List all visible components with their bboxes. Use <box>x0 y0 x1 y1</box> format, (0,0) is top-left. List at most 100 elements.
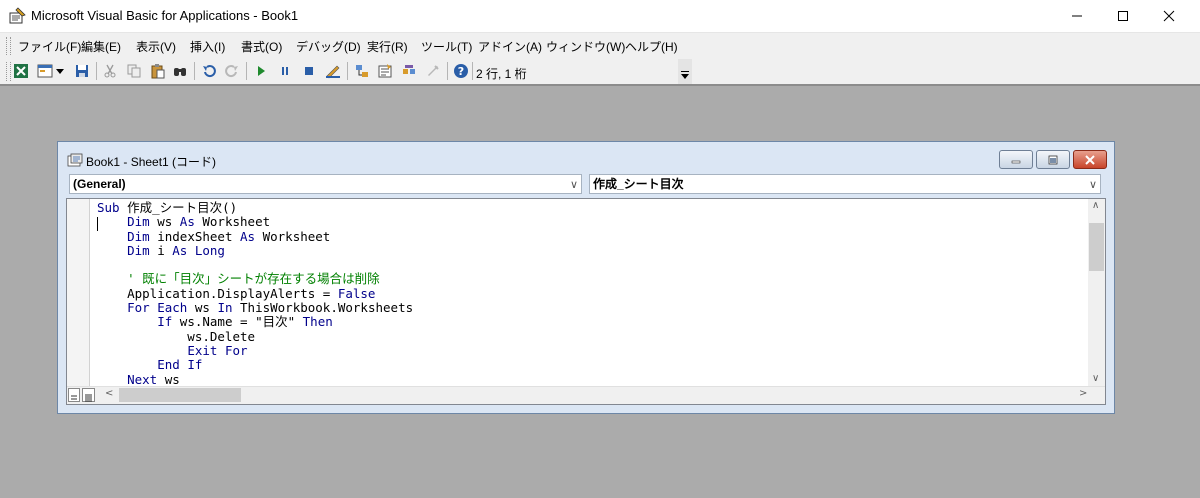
mdi-separator <box>0 84 1200 86</box>
code-line: Application.DisplayAlerts = False <box>97 285 376 301</box>
horizontal-scrollbar[interactable]: < > <box>67 386 1105 404</box>
undo-button[interactable] <box>201 63 217 79</box>
toolbar-overflow-button[interactable] <box>678 59 692 84</box>
maximize-button[interactable] <box>1100 0 1146 32</box>
code-line: Exit For <box>187 342 248 358</box>
cursor-position: 2 行, 1 桁 <box>476 67 527 81</box>
menu-run[interactable]: 実行(R) <box>367 38 408 55</box>
code-line: End If <box>157 357 203 373</box>
full-module-view-button[interactable] <box>82 388 95 402</box>
vertical-scrollbar[interactable]: ∧ ∨ <box>1088 199 1105 387</box>
save-button[interactable] <box>74 63 90 79</box>
restore-icon <box>1048 155 1058 164</box>
vertical-scroll-thumb[interactable] <box>1089 223 1104 271</box>
cut-icon <box>104 64 116 78</box>
scroll-down-icon[interactable]: ∨ <box>1092 373 1099 384</box>
code-line: For Each ws In ThisWorkbook.Worksheets <box>127 300 414 316</box>
code-window-close-button[interactable] <box>1073 150 1107 169</box>
full-module-view-icon <box>85 394 92 402</box>
chevron-down-icon <box>681 71 689 79</box>
run-button[interactable] <box>253 63 269 79</box>
copy-button[interactable] <box>126 63 142 79</box>
project-explorer-button[interactable] <box>354 63 370 79</box>
menu-insert[interactable]: 挿入(I) <box>190 38 225 55</box>
find-button[interactable] <box>172 63 188 79</box>
insert-dropdown-button[interactable] <box>55 63 65 79</box>
maximize-icon <box>1118 11 1128 21</box>
binoculars-icon <box>174 68 186 76</box>
procedure-view-button[interactable] <box>68 388 80 402</box>
paste-button[interactable] <box>150 63 166 79</box>
menu-grip[interactable] <box>6 37 11 55</box>
reset-button[interactable] <box>301 63 317 79</box>
procedure-combo-value: 作成_シート目次 <box>593 177 684 191</box>
scroll-left-icon[interactable]: < <box>105 388 113 399</box>
code-window-title: Book1 - Sheet1 (コード) <box>86 155 217 169</box>
code-line: Dim ws As Worksheet <box>127 214 271 230</box>
toolbar-separator <box>447 62 448 80</box>
code-editor[interactable]: Sub 作成_シート目次() Dim ws As Worksheet Dim i… <box>66 198 1106 405</box>
procedure-combo[interactable]: 作成_シート目次 ∨ <box>589 174 1101 194</box>
menu-edit[interactable]: 編集(E) <box>81 38 121 55</box>
menu-window[interactable]: ウィンドウ(W) <box>546 38 625 55</box>
horizontal-scroll-thumb[interactable] <box>119 388 241 402</box>
code-line: ' 既に「目次」シートが存在する場合は削除 <box>97 271 380 287</box>
code-line: Dim indexSheet As Worksheet <box>127 228 331 244</box>
toolbox-icon <box>428 65 439 76</box>
object-combo[interactable]: (General) ∨ <box>69 174 582 194</box>
undo-icon <box>203 65 216 78</box>
userform-icon <box>37 64 53 78</box>
code-window: Book1 - Sheet1 (コード) (General) ∨ 作成_シート目… <box>57 141 1115 414</box>
code-text[interactable]: Sub 作成_シート目次() Dim ws As Worksheet Dim i… <box>89 201 1089 385</box>
menu-bar: ファイル(F) 編集(E) 表示(V) 挿入(I) 書式(O) デバッグ(D) … <box>0 33 1200 59</box>
help-button[interactable]: ? <box>453 63 469 79</box>
toolbar-separator <box>246 62 247 80</box>
copy-icon <box>127 64 141 78</box>
title-bar: Microsoft Visual Basic for Applications … <box>0 0 1200 33</box>
insert-userform-button[interactable] <box>37 63 53 79</box>
stop-icon <box>305 67 313 75</box>
close-button[interactable] <box>1146 0 1192 32</box>
svg-text:?: ? <box>458 65 464 78</box>
menu-tools[interactable]: ツール(T) <box>421 38 472 55</box>
redo-button[interactable] <box>224 63 240 79</box>
help-icon: ? <box>454 64 468 78</box>
code-window-restore-button[interactable] <box>1036 150 1070 169</box>
vba-app-icon <box>9 7 26 24</box>
toolbar-grip[interactable] <box>6 62 11 81</box>
toolbox-button[interactable] <box>425 63 441 79</box>
menu-view[interactable]: 表示(V) <box>136 38 176 55</box>
properties-icon <box>378 64 392 78</box>
window-title: Microsoft Visual Basic for Applications … <box>31 8 299 23</box>
close-icon <box>1163 10 1175 22</box>
minimize-button[interactable] <box>1054 0 1100 32</box>
code-window-minimize-button[interactable] <box>999 150 1033 169</box>
menu-file[interactable]: ファイル(F) <box>18 38 81 55</box>
close-icon <box>1085 154 1095 165</box>
paste-icon <box>151 64 165 79</box>
object-browser-button[interactable] <box>401 63 417 79</box>
break-button[interactable] <box>277 63 293 79</box>
margin-indicator-bar[interactable] <box>67 199 90 387</box>
run-icon <box>258 66 265 76</box>
menu-format[interactable]: 書式(O) <box>241 38 282 55</box>
menu-addins[interactable]: アドイン(A) <box>478 38 542 55</box>
menu-debug[interactable]: デバッグ(D) <box>296 38 361 55</box>
view-excel-button[interactable] <box>13 63 29 79</box>
cut-button[interactable] <box>102 63 118 79</box>
object-browser-icon <box>403 65 415 74</box>
design-mode-icon <box>326 65 340 79</box>
scroll-right-icon[interactable]: > <box>1079 388 1087 399</box>
chevron-down-icon: ∨ <box>1088 179 1097 191</box>
properties-window-button[interactable] <box>377 63 393 79</box>
design-mode-button[interactable] <box>325 63 341 79</box>
save-icon <box>76 65 88 77</box>
code-line: Dim i As Long <box>127 242 225 258</box>
toolbar-separator <box>194 62 195 80</box>
menu-help[interactable]: ヘルプ(H) <box>625 38 678 55</box>
scroll-up-icon[interactable]: ∧ <box>1092 200 1099 211</box>
toolbar-separator <box>472 62 473 80</box>
toolbar-separator <box>347 62 348 80</box>
dropdown-arrow-icon <box>56 69 64 74</box>
